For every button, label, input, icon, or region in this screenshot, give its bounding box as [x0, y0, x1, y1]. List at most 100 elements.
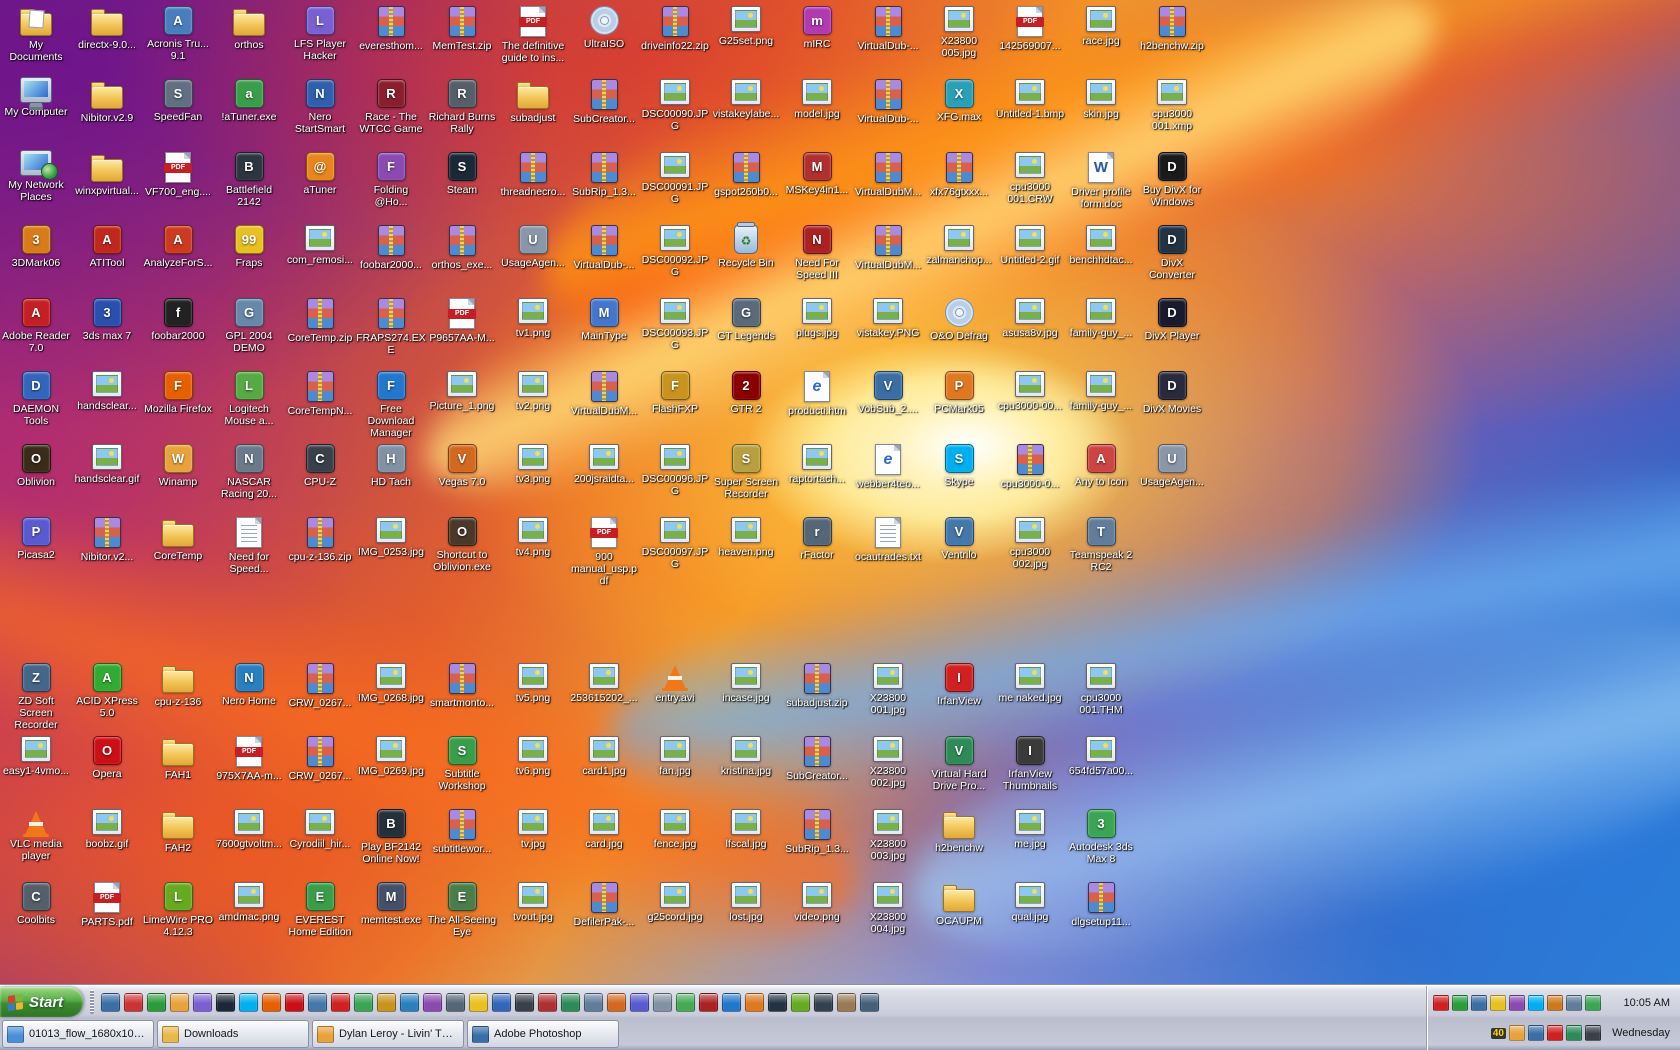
desktop-icon[interactable]: subadjust — [498, 79, 568, 124]
desktop-icon[interactable]: skin.jpg — [1066, 79, 1136, 120]
desktop-icon[interactable]: D Buy DivX for Windows — [1137, 152, 1207, 208]
desktop-icon[interactable]: U UsageAgen... — [498, 225, 568, 269]
desktop-icon[interactable]: My Network Places — [1, 150, 71, 203]
desktop-icon[interactable]: VirtualDubM... — [569, 371, 639, 417]
desktop-icon[interactable]: zalmanchop... — [924, 225, 994, 266]
quick-launch-icon[interactable] — [538, 992, 558, 1012]
desktop-icon[interactable]: V VobSub_2.... — [853, 371, 923, 415]
desktop-icon[interactable]: S Subtitle Workshop — [427, 736, 497, 792]
desktop-icon[interactable]: me.jpg — [995, 809, 1065, 850]
desktop-icon[interactable]: G GPL 2004 DEMO — [214, 298, 284, 354]
quick-launch-icon[interactable] — [492, 992, 512, 1012]
desktop-icon[interactable]: a !aTuner.exe — [214, 79, 284, 123]
taskbar-window-button[interactable]: Dylan Leroy - Livin' The ... — [312, 1020, 464, 1048]
tray-icon[interactable] — [1585, 1025, 1601, 1041]
desktop-icon[interactable]: H HD Tach — [356, 444, 426, 488]
desktop-icon[interactable]: D DivX Converter — [1137, 225, 1207, 281]
tray-icon[interactable] — [1547, 995, 1563, 1011]
desktop-icon[interactable]: A Any to Icon — [1066, 444, 1136, 488]
desktop-icon[interactable]: tv.jpg — [498, 809, 568, 850]
desktop-icon[interactable]: incase.jpg — [711, 663, 781, 704]
desktop-icon[interactable]: DSC00097.JPG — [640, 517, 710, 570]
desktop-icon[interactable]: tvout.jpg — [498, 882, 568, 923]
desktop-icon[interactable]: D DivX Player — [1137, 298, 1207, 342]
desktop-icon[interactable]: The definitive guide to ins... — [498, 6, 568, 64]
desktop-icon[interactable]: VF700_eng.... — [143, 152, 213, 198]
desktop-icon[interactable]: MemTest.zip — [427, 6, 497, 52]
quick-launch-icon[interactable] — [469, 992, 489, 1012]
desktop-icon[interactable]: gspot260b0... — [711, 152, 781, 198]
desktop-icon[interactable]: tv3.png — [498, 444, 568, 485]
desktop-icon[interactable]: handsclear... — [72, 371, 142, 412]
desktop-icon[interactable]: tv2.png — [498, 371, 568, 412]
desktop-icon[interactable]: 3 3ds max 7 — [72, 298, 142, 342]
quick-launch-icon[interactable] — [216, 992, 236, 1012]
desktop-icon[interactable]: O Oblivion — [1, 444, 71, 488]
desktop-icon[interactable]: benchhdtac... — [1066, 225, 1136, 266]
desktop-icon[interactable]: G25set.png — [711, 6, 781, 47]
tray-icon[interactable] — [1585, 995, 1601, 1011]
desktop-icon[interactable]: N Nero StartSmart — [285, 79, 355, 135]
desktop-icon[interactable]: cpu-z-136 — [143, 663, 213, 708]
desktop-icon[interactable]: @ aTuner — [285, 152, 355, 196]
desktop-icon[interactable]: X23800 003.jpg — [853, 809, 923, 862]
desktop-icon[interactable]: OCAUPM — [924, 882, 994, 927]
desktop-icon[interactable]: IMG_0253.jpg — [356, 517, 426, 558]
quick-launch-icon[interactable] — [584, 992, 604, 1012]
start-button[interactable]: Start — [0, 987, 84, 1017]
desktop-icon[interactable]: VirtualDub-... — [853, 79, 923, 125]
quick-launch-icon[interactable] — [607, 992, 627, 1012]
quick-launch-icon[interactable] — [699, 992, 719, 1012]
desktop-icon[interactable]: SubCreator... — [782, 736, 852, 782]
desktop-icon[interactable]: qual.jpg — [995, 882, 1065, 923]
desktop-icon[interactable]: My Documents — [1, 6, 71, 63]
desktop-icon[interactable]: F Mozilla Firefox — [143, 371, 213, 415]
desktop-icon[interactable]: S SpeedFan — [143, 79, 213, 123]
desktop-icon[interactable]: N Nero Home — [214, 663, 284, 707]
quick-launch-icon[interactable] — [722, 992, 742, 1012]
desktop-icon[interactable]: N Need For Speed III — [782, 225, 852, 281]
desktop-icon[interactable]: subadjust.zip — [782, 663, 852, 709]
desktop-icon[interactable]: U UsageAgen... — [1137, 444, 1207, 488]
desktop-icon[interactable]: VirtualDubM... — [853, 225, 923, 271]
desktop-icon[interactable]: dlgsetup11... — [1066, 882, 1136, 928]
desktop-icon[interactable]: card.jpg — [569, 809, 639, 850]
desktop-icon[interactable]: R Race - The WTCC Game — [356, 79, 426, 135]
desktop-icon[interactable]: DSC00091.JPG — [640, 152, 710, 205]
desktop-icon[interactable]: fence.jpg — [640, 809, 710, 850]
desktop-icon[interactable]: family-guy_... — [1066, 298, 1136, 339]
desktop-icon[interactable]: orthos — [214, 6, 284, 51]
desktop-icon[interactable]: S Skype — [924, 444, 994, 488]
desktop-icon[interactable]: W Winamp — [143, 444, 213, 488]
quick-launch-icon[interactable] — [446, 992, 466, 1012]
tray-icon[interactable] — [1509, 1025, 1525, 1041]
desktop-icon[interactable]: 7600gtvoltm... — [214, 809, 284, 850]
quick-launch-icon[interactable] — [193, 992, 213, 1012]
desktop-icon[interactable]: Need for Speed... — [214, 517, 284, 575]
desktop-icon[interactable]: tv6.png — [498, 736, 568, 777]
desktop-icon[interactable]: VirtualDubM... — [853, 152, 923, 198]
desktop-icon[interactable]: webber4teo... — [853, 444, 923, 490]
quick-launch-grip[interactable] — [90, 990, 95, 1014]
desktop-icon[interactable]: N NASCAR Racing 20... — [214, 444, 284, 500]
desktop-icon[interactable]: G GT Legends — [711, 298, 781, 342]
desktop-icon[interactable]: F FlashFXP — [640, 371, 710, 415]
desktop-icon[interactable]: VirtualDub-... — [853, 6, 923, 52]
desktop-icon[interactable]: E The All-Seeing Eye — [427, 882, 497, 938]
desktop-icon[interactable]: tv4.png — [498, 517, 568, 558]
tray-icon[interactable] — [1452, 995, 1468, 1011]
desktop-icon[interactable]: UltraISO — [569, 6, 639, 50]
desktop-icon[interactable]: Mmemtest.exe — [356, 882, 426, 926]
desktop-icon[interactable]: card1.jpg — [569, 736, 639, 777]
desktop-icon[interactable]: fan.jpg — [640, 736, 710, 777]
taskbar-window-button[interactable]: Adobe Photoshop — [467, 1020, 619, 1048]
desktop-icon[interactable]: A ATITool — [72, 225, 142, 269]
desktop-icon[interactable]: driveinfo22.zip — [640, 6, 710, 52]
desktop-icon[interactable]: L Logitech Mouse a... — [214, 371, 284, 427]
desktop-icon[interactable]: X XFG.max — [924, 79, 994, 123]
desktop-icon[interactable]: m mIRC — [782, 6, 852, 50]
desktop-icon[interactable]: F Free Download Manager — [356, 371, 426, 439]
desktop-icon[interactable]: M MSKey4in1... — [782, 152, 852, 196]
desktop-icon[interactable]: video.png — [782, 882, 852, 923]
desktop-icon[interactable]: heaven.png — [711, 517, 781, 558]
